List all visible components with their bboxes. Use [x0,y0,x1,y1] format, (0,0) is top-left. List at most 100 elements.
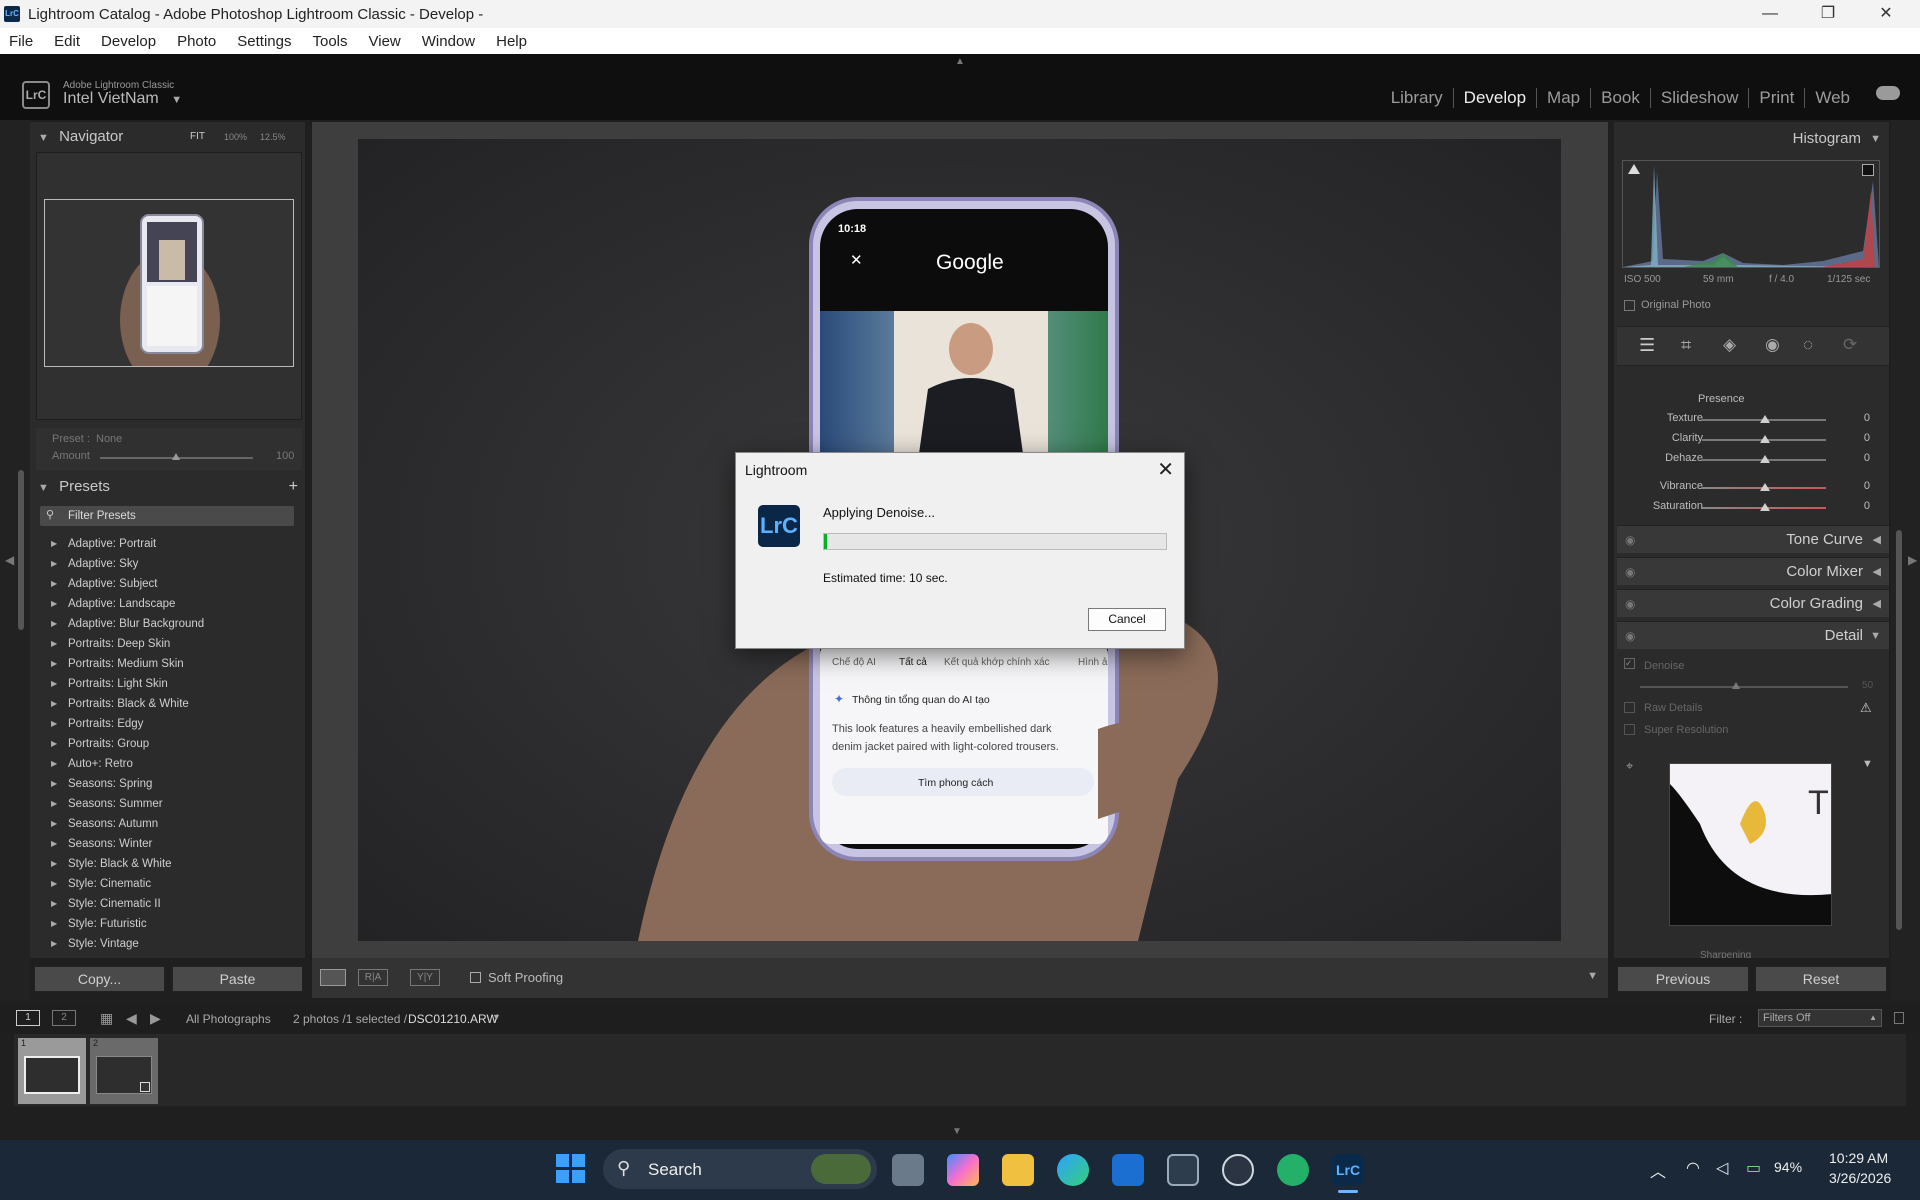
preset-item[interactable]: Portraits: Medium Skin [51,658,184,670]
preset-item[interactable]: Seasons: Winter [51,838,152,850]
collapse-icon[interactable]: ▼ [1870,622,1881,650]
module-library[interactable]: Library [1381,88,1454,108]
taskbar-search[interactable]: ⚲ Search [603,1149,877,1189]
zoom-125[interactable]: 12.5% [260,124,286,150]
before-after-split-icon[interactable]: Y|Y [410,969,440,986]
preset-item[interactable]: Style: Black & White [51,858,171,870]
warning-icon[interactable]: ⚠ [1860,700,1872,716]
store-icon[interactable] [1112,1154,1144,1186]
dialog-close-icon[interactable]: ✕ [1157,457,1174,482]
task-view-icon[interactable] [892,1154,924,1186]
navigator-thumbnail[interactable] [44,199,294,367]
clock-time[interactable]: 10:29 AM [1829,1150,1888,1166]
original-photo-checkbox[interactable] [1624,300,1635,311]
module-slideshow[interactable]: Slideshow [1651,88,1750,108]
app-icon-quartz[interactable] [1167,1154,1199,1186]
wifi-icon[interactable]: ◠ [1686,1158,1700,1178]
expand-icon[interactable]: ◀ [1873,590,1881,618]
preset-item[interactable]: Auto+: Retro [51,758,133,770]
eye-icon[interactable]: ◉ [1625,622,1635,650]
windows-start-icon[interactable] [556,1154,586,1184]
target-adjust-icon[interactable]: ⌖ [1626,758,1633,774]
expand-icon[interactable]: ◀ [1873,558,1881,586]
filename-dropdown-icon[interactable]: ▼ [492,1012,501,1022]
add-preset-icon[interactable]: + [289,474,298,500]
preset-item[interactable]: Portraits: Light Skin [51,678,168,690]
eye-icon[interactable]: ◉ [1625,590,1635,618]
preset-item[interactable]: Seasons: Autumn [51,818,158,830]
shadow-clipping-icon[interactable] [1628,164,1640,174]
secondary-window-button[interactable]: 2 [52,1010,76,1026]
filmstrip-thumbnail[interactable]: 2 [90,1038,158,1104]
histogram-header[interactable]: Histogram ▼ [1617,126,1889,152]
preset-item[interactable]: Adaptive: Blur Background [51,618,204,630]
presets-icon[interactable]: ⟳ [1843,335,1857,355]
filter-dropdown-icon[interactable]: ▲ [1869,1010,1877,1026]
eye-icon[interactable]: ◉ [1625,526,1635,554]
right-panel-toggle-icon[interactable]: ▶ [1908,553,1917,567]
preset-item[interactable]: Seasons: Spring [51,778,152,790]
file-explorer-icon[interactable] [1002,1154,1034,1186]
zoom-fit[interactable]: FIT [190,124,205,150]
collapse-bottom-icon[interactable]: ▼ [952,1126,962,1137]
preset-item[interactable]: Portraits: Black & White [51,698,189,710]
grid-view-icon[interactable]: ▦ [100,1010,113,1027]
denoise-slider-knob[interactable] [1732,682,1740,689]
menu-photo[interactable]: Photo [177,33,216,50]
presets-header[interactable]: ▼ Presets + [38,474,300,500]
edit-sliders-icon[interactable]: ☰ [1639,335,1655,356]
filmstrip-thumbnail[interactable]: 1 [18,1038,86,1104]
copy-button[interactable]: Copy... [34,966,165,992]
identity-plate[interactable]: Intel VietNam ▼ [63,90,182,108]
toolbar-menu-icon[interactable]: ▼ [1587,970,1598,982]
left-panel-toggle-icon[interactable]: ◀ [5,553,14,567]
expand-icon[interactable]: ◀ [1873,526,1881,554]
menu-view[interactable]: View [369,33,401,50]
preset-item[interactable]: Style: Cinematic [51,878,151,890]
battery-icon[interactable]: ▭ [1746,1158,1761,1178]
forward-arrow-icon[interactable]: ▶ [150,1010,161,1027]
menu-tools[interactable]: Tools [312,33,347,50]
filter-presets-input[interactable]: ⚲ Filter Presets [40,506,294,526]
loupe-view-icon[interactable] [320,969,346,986]
module-print[interactable]: Print [1749,88,1806,108]
menu-settings[interactable]: Settings [237,33,291,50]
steam-icon[interactable] [1222,1154,1254,1186]
detail-zoom-preview[interactable]: T [1669,763,1832,926]
tone-curve-section[interactable]: ◉ Tone Curve ◀ [1617,525,1889,553]
restore-icon[interactable]: ❐ [1800,0,1856,28]
identity-dropdown-icon[interactable]: ▼ [171,94,182,106]
preset-item[interactable]: Seasons: Summer [51,798,163,810]
preset-item[interactable]: Portraits: Group [51,738,149,750]
preset-item[interactable]: Style: Futuristic [51,918,147,930]
menu-help[interactable]: Help [496,33,527,50]
filter-lock-icon[interactable] [1894,1012,1904,1024]
super-resolution-checkbox[interactable] [1624,724,1635,735]
masking-icon[interactable]: ◌ [1803,335,1813,355]
current-filename[interactable]: DSC01210.ARW [408,1012,498,1026]
show-hidden-icons[interactable]: ︿ [1650,1158,1666,1182]
healing-eraser-icon[interactable]: ◈ [1723,335,1736,355]
left-scrollbar[interactable] [18,470,24,630]
module-develop[interactable]: Develop [1454,88,1538,108]
volume-icon[interactable]: ◁ [1716,1158,1728,1178]
edge-icon[interactable] [1057,1154,1089,1186]
menu-window[interactable]: Window [422,33,475,50]
source-label[interactable]: All Photographs [186,1012,271,1026]
preset-item[interactable]: Adaptive: Subject [51,578,157,590]
cloud-icon[interactable] [1876,86,1900,100]
detail-preview-menu-icon[interactable]: ▼ [1862,758,1873,770]
denoise-slider-track[interactable] [1640,686,1848,688]
soft-proofing-checkbox[interactable] [470,972,481,983]
filter-dropdown[interactable]: Filters Off ▲ [1758,1009,1882,1027]
red-eye-icon[interactable]: ◉ [1765,335,1780,355]
reset-button[interactable]: Reset [1755,966,1887,992]
back-arrow-icon[interactable]: ◀ [126,1010,137,1027]
navigator-header[interactable]: ▼ Navigator FIT 100% 12.5% [38,124,300,150]
highlight-clipping-icon[interactable] [1862,164,1874,176]
amount-slider-knob[interactable] [172,453,180,460]
menu-edit[interactable]: Edit [54,33,80,50]
saturation-slider[interactable]: Saturation 0 [1620,500,1880,516]
paste-button[interactable]: Paste [172,966,303,992]
preset-item[interactable]: Portraits: Edgy [51,718,144,730]
